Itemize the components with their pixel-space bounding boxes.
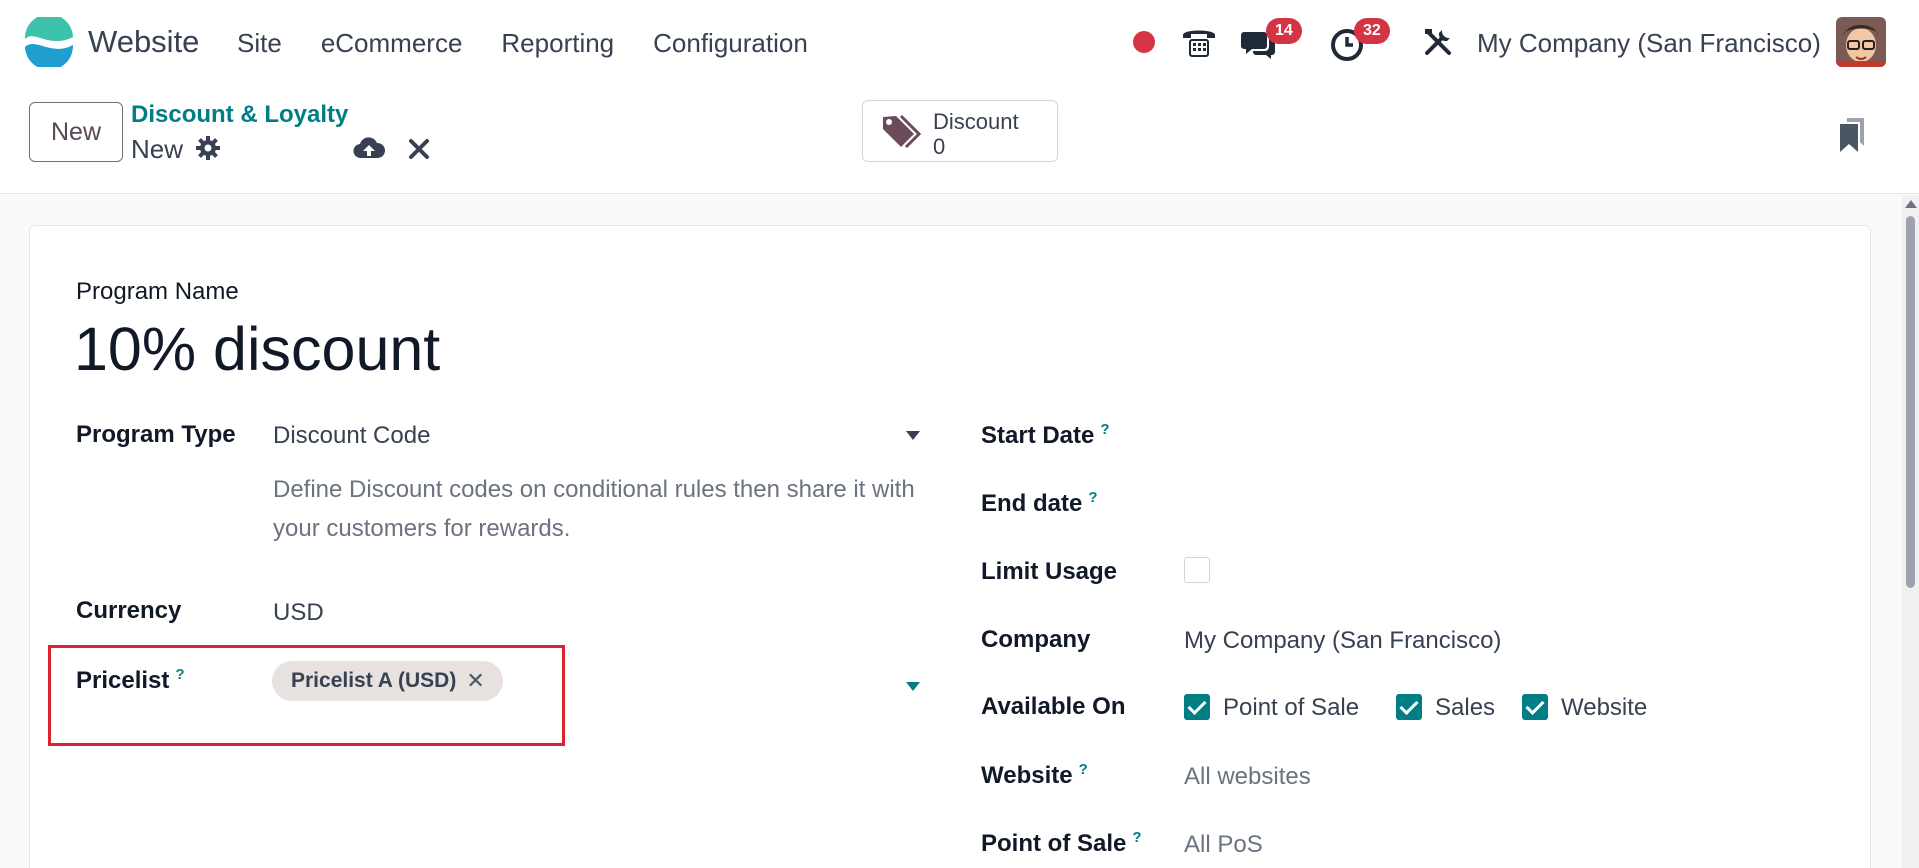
program-name-input[interactable]: 10% discount	[74, 314, 440, 384]
menu-item-configuration[interactable]: Configuration	[653, 28, 808, 59]
top-navbar: Website Site eCommerce Reporting Configu…	[0, 0, 1919, 86]
company-label: Company	[981, 626, 1091, 653]
website-help-icon[interactable]: ?	[1079, 761, 1088, 778]
start-date-help-icon[interactable]: ?	[1100, 421, 1109, 438]
start-date-label-text: Start Date	[981, 422, 1095, 449]
available-on-label: Available On	[981, 693, 1126, 720]
pos-label-text: Point of Sale	[981, 830, 1127, 857]
currency-field[interactable]: USD	[273, 599, 324, 627]
discard-changes-icon[interactable]	[406, 136, 432, 162]
program-type-label: Program Type	[76, 421, 236, 448]
menu-item-site[interactable]: Site	[237, 28, 282, 59]
end-date-label-text: End date	[981, 490, 1083, 517]
limit-usage-checkbox[interactable]	[1184, 557, 1210, 583]
phone-icon[interactable]	[1178, 16, 1220, 68]
developer-tools-icon[interactable]	[1418, 16, 1458, 68]
website-label: Website?	[981, 761, 1088, 790]
limit-usage-label: Limit Usage	[981, 558, 1118, 585]
pos-label: Point of Sale?	[981, 829, 1142, 858]
company-field[interactable]: My Company (San Francisco)	[1184, 627, 1501, 655]
available-on-pos-checkbox[interactable]	[1184, 694, 1210, 720]
scrollbar-thumb[interactable]	[1906, 216, 1915, 588]
program-type-dropdown-icon[interactable]	[906, 431, 920, 440]
discount-smart-button[interactable]: Discount 0	[862, 100, 1058, 162]
pos-help-icon[interactable]: ?	[1132, 829, 1141, 846]
end-date-help-icon[interactable]: ?	[1088, 489, 1097, 506]
pricelist-dropdown-icon[interactable]	[906, 682, 920, 691]
website-input[interactable]: All websites	[1184, 763, 1311, 791]
available-on-pos-label: Point of Sale	[1223, 694, 1360, 721]
new-record-button[interactable]: New	[29, 102, 123, 162]
available-on-website-label: Website	[1561, 694, 1648, 721]
user-avatar[interactable]	[1836, 17, 1886, 67]
chat-messages-icon[interactable]: 14	[1238, 16, 1302, 68]
scroll-up-arrow-icon[interactable]	[1905, 200, 1917, 208]
bookmark-icon[interactable]	[1838, 116, 1866, 154]
website-label-text: Website	[981, 762, 1073, 789]
gear-icon[interactable]	[195, 135, 221, 161]
available-on-sales-label: Sales	[1435, 694, 1496, 721]
breadcrumb-parent-link[interactable]: Discount & Loyalty	[131, 101, 348, 129]
available-on-website-checkbox[interactable]	[1522, 694, 1548, 720]
recording-status-icon[interactable]	[1132, 16, 1156, 68]
chat-unread-badge: 14	[1266, 18, 1302, 44]
smart-button-label: Discount	[933, 109, 1019, 134]
main-menu: Site eCommerce Reporting Configuration	[237, 28, 847, 59]
currency-label: Currency	[76, 597, 182, 624]
menu-item-ecommerce[interactable]: eCommerce	[321, 28, 463, 59]
company-switcher[interactable]: My Company (San Francisco)	[1477, 28, 1821, 59]
available-on-sales-checkbox[interactable]	[1396, 694, 1422, 720]
activity-clock-icon[interactable]: 32	[1328, 16, 1398, 68]
save-cloud-upload-icon[interactable]	[353, 134, 385, 162]
pos-input[interactable]: All PoS	[1184, 831, 1263, 859]
app-name[interactable]: Website	[88, 24, 199, 60]
tags-icon	[883, 114, 922, 149]
control-panel: New Discount & Loyalty New Discount 0	[0, 86, 1919, 194]
breadcrumb-current: New	[131, 134, 184, 164]
website-app-logo-icon[interactable]	[24, 17, 74, 67]
program-type-description: Define Discount codes on conditional rul…	[273, 476, 915, 542]
end-date-label: End date?	[981, 489, 1098, 518]
smart-button-count: 0	[933, 134, 946, 159]
pricelist-highlight-box	[48, 645, 565, 746]
program-type-select[interactable]: Discount Code	[273, 422, 430, 450]
start-date-label: Start Date?	[981, 421, 1110, 450]
activity-count-badge: 32	[1354, 18, 1390, 44]
menu-item-reporting[interactable]: Reporting	[501, 28, 614, 59]
program-name-label: Program Name	[76, 278, 239, 305]
